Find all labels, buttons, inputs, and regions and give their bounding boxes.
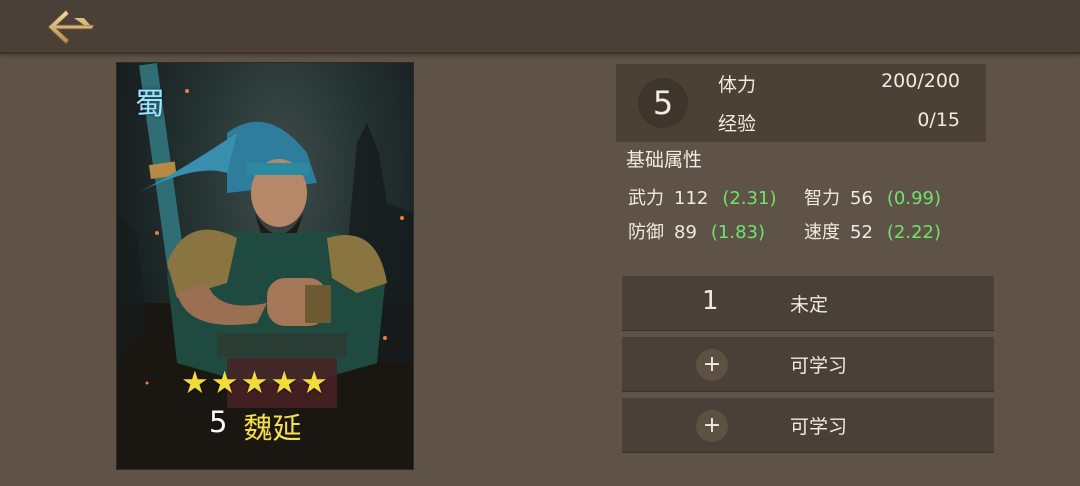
attribute-name: 速度	[804, 222, 840, 243]
skill-slot-3[interactable]: + 可学习	[622, 398, 994, 453]
stamina-value: 200/200	[881, 70, 960, 92]
back-button[interactable]	[44, 6, 98, 48]
attribute-bonus: (2.22)	[886, 222, 942, 243]
attribute-intelligence: 智力 56 (0.99)	[804, 184, 941, 210]
attribute-value: 89	[674, 222, 697, 243]
attribute-bonus: (1.83)	[710, 222, 766, 243]
exp-value: 0/15	[917, 109, 960, 131]
level-badge: 5	[638, 78, 688, 128]
attribute-value: 56	[850, 188, 873, 209]
star-icon: ★	[300, 365, 328, 401]
attribute-value: 52	[850, 222, 873, 243]
attribute-name: 智力	[804, 188, 840, 209]
hero-card[interactable]: 蜀 ★ ★ ★ ★ ★ 5 魏延	[116, 62, 414, 470]
hero-title: 5 魏延	[209, 405, 301, 447]
star-rating: ★ ★ ★ ★ ★	[181, 366, 328, 400]
plus-icon[interactable]: +	[696, 410, 728, 442]
star-icon: ★	[181, 365, 209, 401]
attribute-value: 112	[674, 188, 709, 209]
stamina-label: 体力	[718, 74, 757, 96]
skill-number: 1	[702, 286, 719, 316]
status-panel: 5 体力 200/200 经验 0/15	[616, 64, 986, 142]
attribute-strength: 武力 112 (2.31)	[628, 184, 776, 210]
attribute-bonus: (0.99)	[886, 188, 942, 209]
plus-icon[interactable]: +	[696, 349, 728, 381]
back-arrow-icon	[47, 9, 95, 45]
star-icon: ★	[270, 365, 299, 401]
attribute-name: 防御	[628, 222, 664, 243]
top-bar	[0, 0, 1080, 54]
star-icon: ★	[210, 365, 239, 401]
skill-label: 可学习	[790, 416, 848, 438]
attribute-name: 武力	[628, 188, 664, 209]
skill-slot-2[interactable]: + 可学习	[622, 337, 994, 392]
star-icon: ★	[240, 365, 269, 401]
attribute-bonus: (2.31)	[722, 188, 777, 209]
faction-label: 蜀	[135, 87, 165, 122]
attribute-defense: 防御 89 (1.83)	[628, 218, 765, 244]
skill-label: 可学习	[790, 355, 848, 377]
skill-label: 未定	[790, 294, 829, 316]
attribute-speed: 速度 52 (2.22)	[804, 218, 941, 244]
skill-slot-1[interactable]: 1 未定	[622, 276, 994, 331]
exp-label: 经验	[718, 113, 757, 135]
attributes-title: 基础属性	[626, 149, 703, 171]
hero-level: 5	[209, 405, 228, 439]
hero-name: 魏延	[243, 411, 302, 445]
